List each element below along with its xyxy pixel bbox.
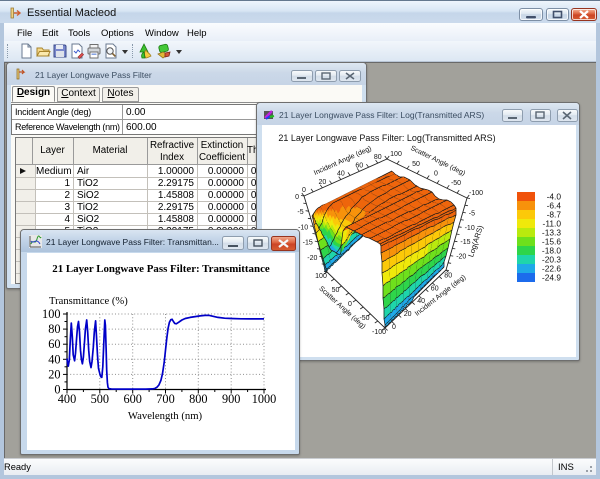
- svg-text:-100: -100: [469, 190, 483, 197]
- svg-text:-15: -15: [303, 240, 313, 247]
- svg-text:80: 80: [374, 154, 382, 161]
- svg-text:60: 60: [48, 337, 60, 351]
- svg-text:50: 50: [332, 287, 340, 294]
- svg-text:0: 0: [348, 301, 352, 308]
- svg-text:-5: -5: [297, 209, 303, 216]
- svg-text:21 Layer Longwave Pass Filter:: 21 Layer Longwave Pass Filter: Log(Trans…: [278, 133, 495, 143]
- svg-text:20: 20: [319, 179, 327, 186]
- svg-text:80: 80: [444, 272, 452, 279]
- svg-text:-50: -50: [451, 180, 461, 187]
- svg-text:0: 0: [392, 324, 396, 331]
- svg-text:800: 800: [189, 392, 207, 406]
- svg-text:0: 0: [302, 187, 306, 194]
- svg-text:40: 40: [337, 171, 345, 178]
- svg-text:80: 80: [48, 322, 60, 336]
- svg-text:600: 600: [123, 392, 141, 406]
- svg-text:100: 100: [390, 151, 402, 158]
- svg-text:100: 100: [42, 307, 60, 321]
- svg-text:50: 50: [412, 161, 420, 168]
- svg-text:Scatter Angle (deg): Scatter Angle (deg): [317, 285, 366, 330]
- svg-text:20: 20: [48, 367, 60, 381]
- svg-text:1000: 1000: [252, 392, 277, 406]
- svg-text:400: 400: [58, 392, 76, 406]
- svg-text:20: 20: [404, 311, 412, 318]
- svg-text:-20: -20: [456, 254, 466, 261]
- svg-text:0: 0: [295, 194, 299, 201]
- svg-text:0: 0: [434, 171, 438, 178]
- svg-text:500: 500: [91, 392, 109, 406]
- svg-text:700: 700: [156, 392, 174, 406]
- svg-text:60: 60: [355, 162, 363, 169]
- svg-text:21 Layer Longwave Pass Filter:: 21 Layer Longwave Pass Filter: Transmitt…: [52, 263, 270, 275]
- svg-text:40: 40: [48, 352, 60, 366]
- svg-text:60: 60: [431, 285, 439, 292]
- svg-text:0: 0: [54, 383, 60, 397]
- svg-text:100: 100: [315, 273, 327, 280]
- svg-text:Wavelength (nm): Wavelength (nm): [128, 410, 203, 422]
- svg-text:900: 900: [222, 392, 240, 406]
- svg-text:-100: -100: [372, 329, 386, 336]
- svg-text:-20: -20: [307, 255, 317, 262]
- svg-text:-24.9: -24.9: [542, 273, 561, 283]
- svg-text:-5: -5: [469, 210, 475, 217]
- svg-text:Transmittance (%): Transmittance (%): [49, 296, 128, 307]
